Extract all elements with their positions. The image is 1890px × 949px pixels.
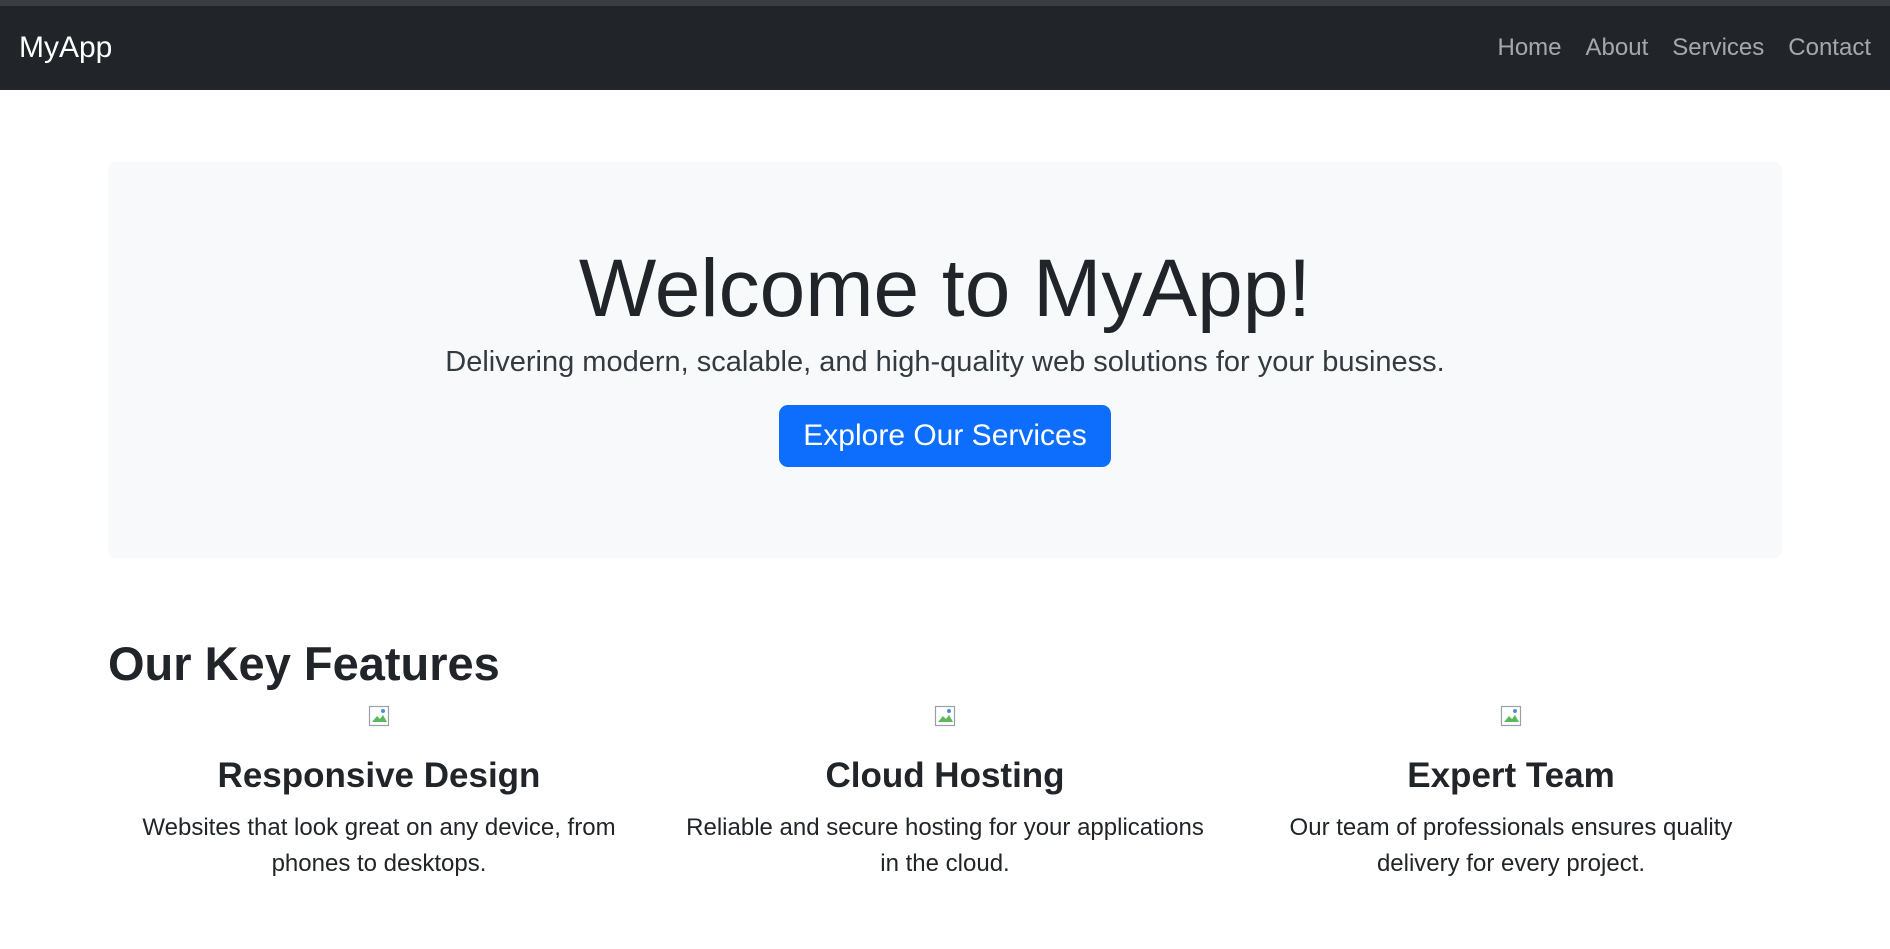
feature-description: Our team of professionals ensures qualit…	[1289, 814, 1733, 877]
feature-title: Expert Team	[1407, 756, 1615, 795]
nav-link-services[interactable]: Services	[1672, 34, 1764, 62]
broken-image-icon	[368, 705, 390, 727]
nav-link-about[interactable]: About	[1586, 34, 1649, 62]
hero-section: Welcome to MyApp! Delivering modern, sca…	[108, 162, 1782, 558]
broken-image-icon	[1500, 705, 1522, 727]
brand-link[interactable]: MyApp	[19, 31, 112, 65]
feature-title: Responsive Design	[217, 756, 541, 795]
feature-card: Responsive Design Websites that look gre…	[108, 705, 650, 882]
feature-title: Cloud Hosting	[825, 756, 1065, 795]
nav-links: Home About Services Contact	[1498, 34, 1872, 62]
navbar: MyApp Home About Services Contact	[0, 6, 1890, 90]
nav-link-home[interactable]: Home	[1498, 34, 1562, 62]
explore-services-button[interactable]: Explore Our Services	[779, 405, 1111, 468]
hero-subtitle: Delivering modern, scalable, and high-qu…	[445, 346, 1445, 379]
nav-link-contact[interactable]: Contact	[1788, 34, 1871, 62]
broken-image-icon	[934, 705, 956, 727]
main-content: Welcome to MyApp! Delivering modern, sca…	[108, 162, 1782, 882]
hero-title: Welcome to MyApp!	[578, 243, 1312, 334]
features-heading: Our Key Features	[108, 637, 500, 690]
feature-card: Expert Team Our team of professionals en…	[1240, 705, 1782, 882]
feature-description: Reliable and secure hosting for your app…	[686, 814, 1204, 877]
feature-description: Websites that look great on any device, …	[142, 814, 616, 877]
feature-card: Cloud Hosting Reliable and secure hostin…	[674, 705, 1216, 882]
features-row: Responsive Design Websites that look gre…	[108, 705, 1782, 882]
